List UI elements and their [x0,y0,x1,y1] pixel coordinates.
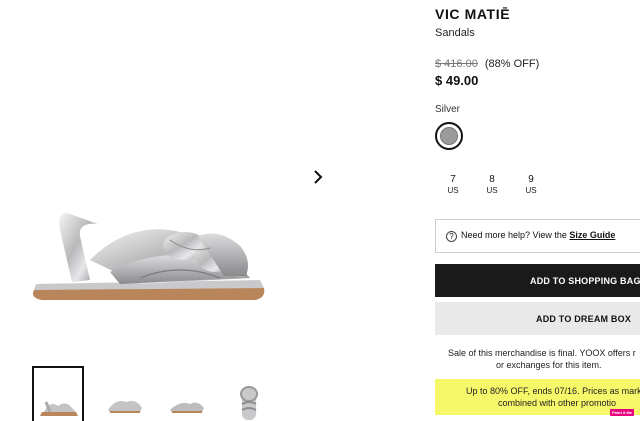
final-sale-notice: Sale of this merchandise is final. YOOX … [435,347,640,371]
size-guide-link[interactable]: Size Guide [569,230,615,240]
add-to-shopping-bag-button[interactable]: ADD TO SHOPPING BAG [435,264,640,297]
brand-name[interactable]: VIC MATIĒ [435,6,510,22]
thumbnail-strip [32,366,292,421]
thumbnail-1[interactable] [32,366,84,421]
price-line: $ 416.00 (88% OFF) [435,58,539,70]
size-help-box: ? Need more help? View the Size Guide [435,219,640,253]
color-swatch-silver[interactable] [435,122,463,150]
thumbnail-3[interactable] [162,366,214,421]
promo-line-2: combined with other promotio [498,398,617,408]
sale-price: $ 49.00 [435,73,479,88]
thumbnail-2[interactable] [100,366,152,421]
size-option-9[interactable]: 9 US [518,174,544,196]
size-unit: US [525,186,537,195]
final-sale-line-1: Sale of this merchandise is final. YOOX … [448,348,636,358]
original-price: $ 416.00 [435,58,478,70]
color-label: Silver [435,104,461,115]
discount-label: (88% OFF) [484,58,540,70]
thumbnail-4[interactable] [224,366,276,421]
help-text: Need more help? View the [461,230,570,240]
question-circle-icon: ? [446,231,457,242]
size-option-8[interactable]: 8 US [479,174,505,196]
paint-it-me-badge[interactable]: Paint it Me [610,409,635,416]
chevron-right-icon [314,170,323,184]
size-value: 7 [450,174,456,185]
size-value: 9 [528,174,534,185]
next-image-button[interactable] [308,166,328,188]
add-to-dream-box-button[interactable]: ADD TO DREAM BOX [435,302,640,335]
swatch-fill [440,127,458,145]
size-selector: 7 US 8 US 9 US [440,174,550,198]
product-category: Sandals [435,27,475,39]
final-sale-line-2: or exchanges for this item. [496,360,602,370]
product-main-image [20,150,290,320]
size-option-7[interactable]: 7 US [440,174,466,196]
size-value: 8 [489,174,495,185]
size-unit: US [447,186,459,195]
size-unit: US [486,186,498,195]
promo-line-1: Up to 80% OFF, ends 07/16. Prices as mar… [466,386,640,396]
